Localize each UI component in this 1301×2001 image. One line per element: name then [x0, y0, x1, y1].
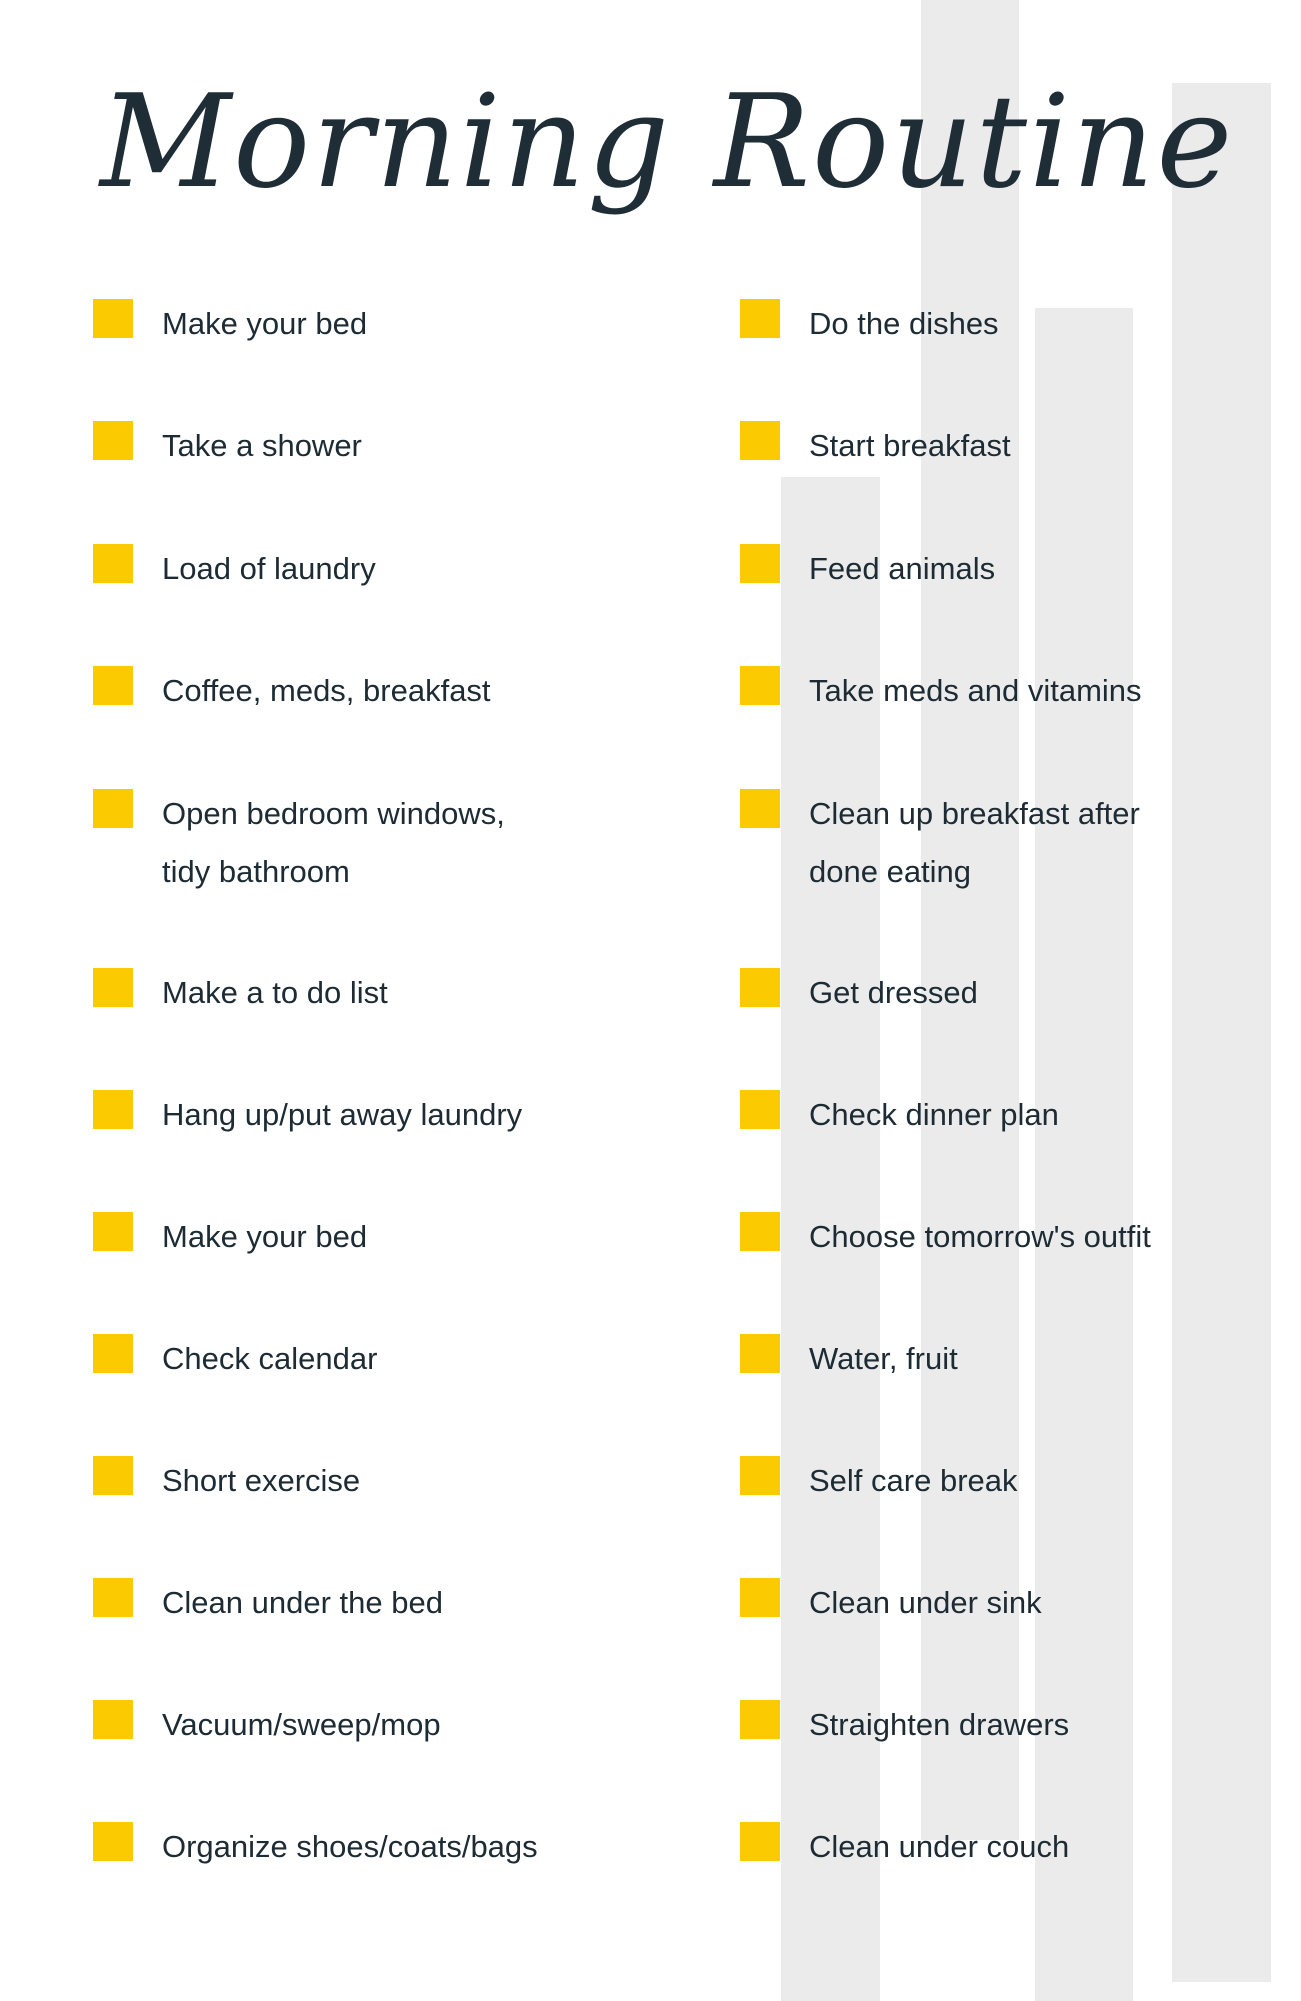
- label-line: Make your bed: [162, 306, 368, 341]
- checkbox[interactable]: [93, 968, 133, 1007]
- label-line: Make your bed: [162, 1219, 368, 1254]
- checklist-item-label: Short exercise: [162, 1452, 360, 1510]
- label-line: Vacuum/sweep/mop: [162, 1707, 441, 1742]
- label-line: Short exercise: [162, 1463, 361, 1498]
- checkbox[interactable]: [740, 968, 780, 1007]
- label-line: Organize shoes/coats/bags: [162, 1829, 538, 1864]
- checklist-item-label: Water, fruit: [809, 1330, 958, 1388]
- label-line: Start breakfast: [809, 428, 1011, 463]
- label-line: Take meds and vitamins: [809, 673, 1142, 708]
- page-title: Morning Routine: [100, 68, 1235, 217]
- label-line: Do the dishes: [809, 306, 999, 341]
- checklist-item-label: Take meds and vitamins: [809, 662, 1142, 720]
- checkbox[interactable]: [740, 1212, 780, 1251]
- label-line: Straighten drawers: [809, 1707, 1070, 1742]
- checkbox[interactable]: [93, 1578, 133, 1617]
- checkbox[interactable]: [740, 789, 780, 828]
- label-line: Take a shower: [162, 428, 362, 463]
- checklist-item-label: Clean under couch: [809, 1818, 1069, 1876]
- checkbox[interactable]: [93, 789, 133, 828]
- decorative-bar: [1172, 83, 1271, 1982]
- checkbox[interactable]: [93, 1334, 133, 1373]
- label-line: Open bedroom windows,: [162, 796, 505, 831]
- checklist-item-label: Check dinner plan: [809, 1086, 1059, 1144]
- checkbox[interactable]: [93, 666, 133, 705]
- checkbox[interactable]: [740, 1456, 780, 1495]
- label-line: Get dressed: [809, 975, 978, 1010]
- label-line: Choose tomorrow's outfit: [809, 1219, 1151, 1254]
- checkbox[interactable]: [93, 421, 133, 460]
- label-line: Make a to do list: [162, 975, 388, 1010]
- checklist-item-label: Feed animals: [809, 540, 995, 598]
- checklist-item-label: Clean under the bed: [162, 1574, 443, 1632]
- checkbox[interactable]: [740, 1822, 780, 1861]
- checkbox[interactable]: [93, 299, 133, 338]
- label-line: Self care break: [809, 1463, 1018, 1498]
- label-line: Clean up breakfast after: [809, 796, 1140, 831]
- checklist-item-label: Choose tomorrow's outfit: [809, 1208, 1151, 1266]
- checkbox[interactable]: [93, 544, 133, 583]
- checklist-item-label: Clean under sink: [809, 1574, 1042, 1632]
- label-line: tidy bathroom: [162, 854, 350, 889]
- checklist-item-label: Hang up/put away laundry: [162, 1086, 522, 1144]
- checkbox[interactable]: [93, 1456, 133, 1495]
- checkbox[interactable]: [740, 544, 780, 583]
- checklist-item-label: Load of laundry: [162, 540, 376, 598]
- label-line: Hang up/put away laundry: [162, 1097, 523, 1132]
- label-line: Clean under couch: [809, 1829, 1070, 1864]
- label-line: Load of laundry: [162, 551, 376, 586]
- checklist-item-label: Organize shoes/coats/bags: [162, 1818, 538, 1876]
- label-line: Check dinner plan: [809, 1097, 1059, 1132]
- checkbox[interactable]: [93, 1090, 133, 1129]
- checklist-item-label: Make your bed: [162, 295, 367, 353]
- checklist-item-label: Take a shower: [162, 417, 362, 475]
- checkbox[interactable]: [740, 421, 780, 460]
- checkbox[interactable]: [740, 666, 780, 705]
- label-line: Water, fruit: [809, 1341, 958, 1376]
- checklist-item-label: Check calendar: [162, 1330, 377, 1388]
- checklist-item-label: Get dressed: [809, 964, 978, 1022]
- checklist-item-label: Coffee, meds, breakfast: [162, 662, 491, 720]
- label-line: Coffee, meds, breakfast: [162, 673, 491, 708]
- checklist-item-label: Open bedroom windows, tidy bathroom: [162, 785, 505, 901]
- checkbox[interactable]: [740, 1700, 780, 1739]
- checkbox[interactable]: [740, 1578, 780, 1617]
- checklist-item-label: Make a to do list: [162, 964, 388, 1022]
- checklist-item-label: Do the dishes: [809, 295, 999, 353]
- checkbox[interactable]: [740, 1090, 780, 1129]
- label-line: Feed animals: [809, 551, 996, 586]
- checkbox[interactable]: [93, 1212, 133, 1251]
- checkbox[interactable]: [93, 1700, 133, 1739]
- label-line: Clean under the bed: [162, 1585, 443, 1620]
- label-line: done eating: [809, 854, 972, 889]
- checklist-item-label: Clean up breakfast after done eating: [809, 785, 1140, 901]
- checkbox[interactable]: [93, 1822, 133, 1861]
- checkbox[interactable]: [740, 299, 780, 338]
- checklist-item-label: Make your bed: [162, 1208, 367, 1266]
- checkbox[interactable]: [740, 1334, 780, 1373]
- label-line: Check calendar: [162, 1341, 378, 1376]
- label-line: Clean under sink: [809, 1585, 1042, 1620]
- decorative-bar: [921, 0, 1019, 1840]
- checklist-item-label: Vacuum/sweep/mop: [162, 1696, 441, 1754]
- checklist-item-label: Start breakfast: [809, 417, 1011, 475]
- checklist-item-label: Self care break: [809, 1452, 1018, 1510]
- checklist-item-label: Straighten drawers: [809, 1696, 1069, 1754]
